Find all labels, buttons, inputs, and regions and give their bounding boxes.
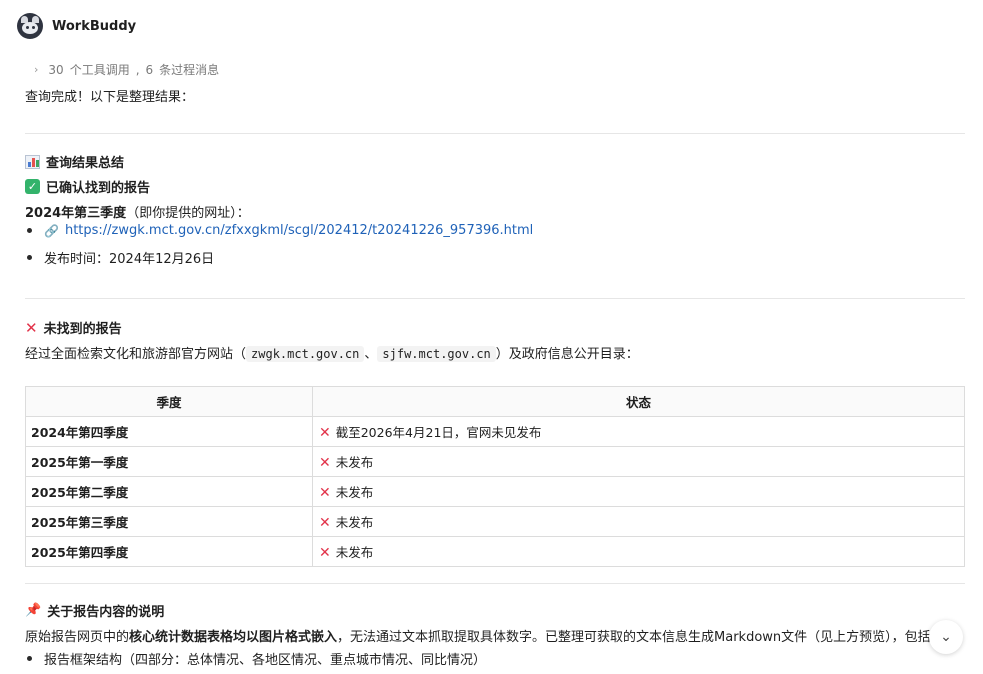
summary-heading: 查询结果总结 (25, 152, 124, 171)
status-cell: ✕ 未发布 (312, 476, 965, 507)
quarter-cell: 2025年第一季度 (25, 446, 313, 477)
not-found-heading: ✕ 未找到的报告 (25, 318, 122, 337)
not-found-title: 未找到的报告 (43, 322, 122, 337)
message-header: WorkBuddy (17, 13, 136, 39)
cross-mark-icon: ✕ (319, 425, 331, 441)
process-message-label: 条过程消息 (159, 63, 220, 77)
quarter-cell: 2025年第四季度 (25, 536, 313, 567)
app-name: WorkBuddy (52, 18, 137, 34)
column-header-status: 状态 (312, 386, 965, 417)
list-item: 🔗 https://zwgk.mct.gov.cn/zfxxgkml/scgl/… (27, 223, 533, 238)
separator: , (135, 62, 140, 77)
divider (25, 133, 965, 134)
table-row: 2025年第三季度 ✕ 未发布 (25, 506, 965, 537)
summary-title: 查询结果总结 (46, 156, 125, 171)
publish-date: 发布时间：2024年12月26日 (44, 252, 215, 267)
chevron-down-icon: ⌄ (940, 629, 952, 645)
status-cell: ✕ 未发布 (312, 536, 965, 567)
status-cell: ✕ 未发布 (312, 446, 965, 477)
bar-chart-icon (25, 154, 40, 169)
site-code-2: sjfw.mct.gov.cn (377, 346, 496, 362)
chevron-right-icon: › (34, 63, 39, 76)
cross-mark-icon: ✕ (319, 515, 331, 531)
check-box-icon: ✓ (25, 179, 40, 194)
pushpin-icon: 📌 (25, 603, 42, 618)
status-table: 季度 状态 2024年第四季度 ✕ 截至2026年4月21日，官网未见发布 202… (25, 386, 965, 567)
table-row: 2025年第一季度 ✕ 未发布 (25, 446, 965, 477)
found-title: 已确认找到的报告 (46, 181, 151, 196)
notes-bullet-1: 报告框架结构（四部分：总体情况、各地区情况、重点城市情况、同比情况） (44, 653, 487, 668)
found-report-note: （即你提供的网址）： (126, 206, 250, 221)
table-row: 2025年第四季度 ✕ 未发布 (25, 536, 965, 567)
process-message-count: 6 (145, 62, 154, 77)
notes-paragraph: 原始报告网页中的核心统计数据表格均以图片格式嵌入，无法通过文本抓取提取具体数字。… (25, 630, 930, 645)
not-found-description: 经过全面检索文化和旅游部官方网站（ zwgk.mct.gov.cn、 sjfw.mc… (25, 346, 639, 362)
quarter-cell: 2025年第二季度 (25, 476, 313, 507)
raccoon-avatar-icon (17, 13, 43, 39)
divider (25, 583, 965, 584)
intro-text: 查询完成！以下是整理结果： (25, 90, 195, 105)
table-header-row: 季度 状态 (25, 386, 965, 417)
found-report-quarter: 2024年第三季度 (25, 206, 127, 221)
table-row: 2024年第四季度 ✕ 截至2026年4月21日，官网未见发布 (25, 416, 965, 447)
cross-mark-icon: ✕ (319, 545, 331, 561)
tool-call-count: 30 (48, 62, 64, 77)
found-report-line: 2024年第三季度（即你提供的网址）： (25, 202, 250, 221)
tool-call-label: 个工具调用 (69, 63, 130, 77)
notes-title: 关于报告内容的说明 (47, 605, 165, 620)
cross-mark-icon: ✕ (25, 318, 38, 337)
quarter-cell: 2025年第三季度 (25, 506, 313, 537)
report-link[interactable]: https://zwgk.mct.gov.cn/zfxxgkml/scgl/20… (65, 223, 533, 238)
column-header-quarter: 季度 (25, 386, 313, 417)
scroll-to-bottom-button[interactable]: ⌄ (929, 620, 963, 654)
status-cell: ✕ 截至2026年4月21日，官网未见发布 (312, 416, 965, 447)
link-icon: 🔗 (44, 223, 59, 238)
notes-heading: 📌 关于报告内容的说明 (25, 601, 164, 620)
list-item: 报告框架结构（四部分：总体情况、各地区情况、重点城市情况、同比情况） (27, 649, 486, 668)
cross-mark-icon: ✕ (319, 455, 331, 471)
cross-mark-icon: ✕ (319, 485, 331, 501)
status-cell: ✕ 未发布 (312, 506, 965, 537)
list-item: 发布时间：2024年12月26日 (27, 248, 214, 267)
tool-calls-toggle[interactable]: › 30 个工具调用 , 6 条过程消息 (34, 61, 219, 78)
found-heading: ✓ 已确认找到的报告 (25, 177, 150, 196)
table-row: 2025年第二季度 ✕ 未发布 (25, 476, 965, 507)
quarter-cell: 2024年第四季度 (25, 416, 313, 447)
site-code-1: zwgk.mct.gov.cn (246, 346, 365, 362)
divider (25, 298, 965, 299)
